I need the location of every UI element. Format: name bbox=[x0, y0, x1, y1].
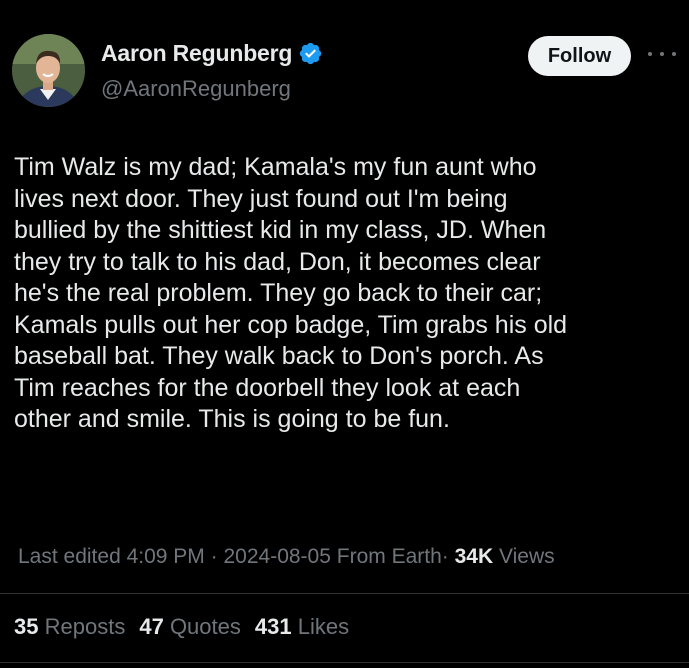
quotes-stat[interactable]: 47 Quotes bbox=[139, 614, 241, 640]
quotes-count: 47 bbox=[139, 614, 164, 639]
author-handle[interactable]: @AaronRegunberg bbox=[101, 76, 291, 102]
divider-bottom bbox=[0, 662, 689, 663]
reposts-count: 35 bbox=[14, 614, 39, 639]
tweet-date[interactable]: 2024-08-05 bbox=[223, 545, 330, 568]
views-label: Views bbox=[499, 545, 555, 568]
author-name-row: Aaron Regunberg bbox=[101, 40, 323, 67]
divider bbox=[0, 593, 689, 594]
tweet-meta: Last edited 4:09 PM · 2024-08-05 From Ea… bbox=[18, 545, 555, 569]
likes-label: Likes bbox=[297, 614, 350, 639]
meta-separator-2: · bbox=[441, 545, 449, 568]
meta-separator: · bbox=[210, 545, 218, 568]
more-options-icon[interactable] bbox=[648, 44, 676, 64]
likes-count: 431 bbox=[254, 614, 292, 639]
author-display-name[interactable]: Aaron Regunberg bbox=[101, 40, 292, 67]
quotes-label: Quotes bbox=[169, 614, 241, 639]
reposts-label: Reposts bbox=[44, 614, 126, 639]
engagement-stats: 35 Reposts 47 Quotes 431 Likes bbox=[14, 614, 349, 640]
likes-stat[interactable]: 431 Likes bbox=[255, 614, 349, 640]
avatar[interactable] bbox=[12, 34, 85, 107]
verified-badge-icon bbox=[298, 41, 323, 66]
follow-button[interactable]: Follow bbox=[528, 36, 631, 76]
avatar-image bbox=[12, 34, 85, 107]
reposts-stat[interactable]: 35 Reposts bbox=[14, 614, 125, 640]
tweet-card: Aaron Regunberg @AaronRegunberg Follow T… bbox=[0, 0, 689, 668]
views-count: 34K bbox=[454, 545, 494, 568]
edited-label[interactable]: Last edited 4:09 PM bbox=[18, 545, 205, 568]
tweet-text: Tim Walz is my dad; Kamala's my fun aunt… bbox=[14, 153, 568, 433]
tweet-source: From Earth bbox=[336, 545, 442, 568]
